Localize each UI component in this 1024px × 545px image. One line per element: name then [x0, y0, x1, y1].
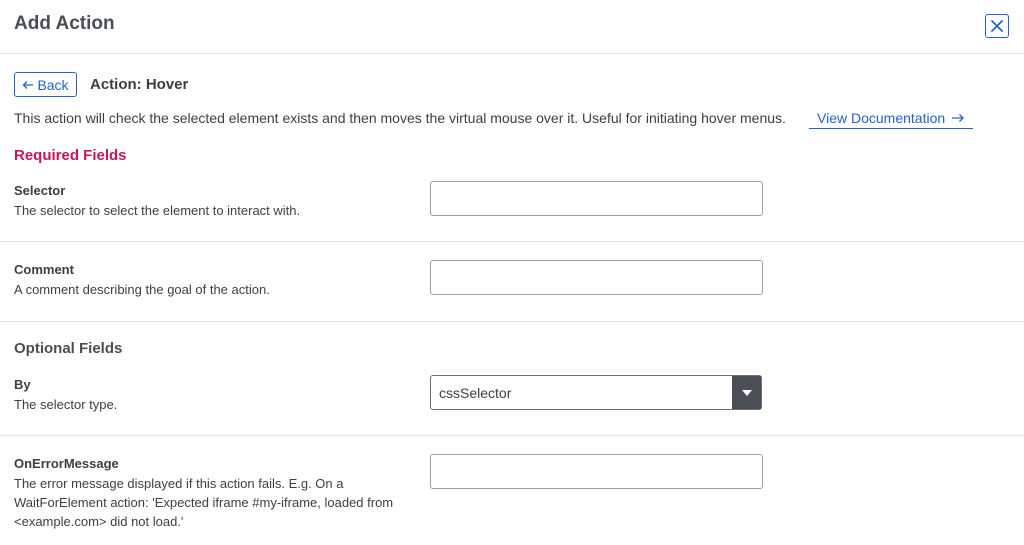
- required-fields-heading: Required Fields: [14, 147, 127, 164]
- close-icon: [991, 20, 1003, 32]
- view-documentation-link[interactable]: View Documentation: [809, 107, 974, 129]
- by-description: The selector type.: [14, 397, 118, 412]
- on-error-message-label: OnErrorMessage: [14, 456, 119, 471]
- dialog-title: Add Action: [14, 13, 115, 34]
- on-error-message-description: The error message displayed if this acti…: [14, 476, 394, 529]
- optional-fields-heading: Optional Fields: [14, 340, 123, 357]
- select-arrow[interactable]: [732, 376, 761, 409]
- arrow-left-icon: [23, 80, 34, 89]
- selector-label: Selector: [14, 183, 66, 198]
- comment-label: Comment: [14, 262, 74, 277]
- dialog-header: Add Action: [0, 0, 1024, 54]
- by-label: By: [14, 377, 31, 392]
- close-button[interactable]: [985, 14, 1009, 38]
- comment-input[interactable]: [430, 260, 763, 295]
- divider: [0, 321, 1024, 322]
- divider: [0, 435, 1024, 436]
- arrow-right-icon: [952, 113, 965, 122]
- action-description: This action will check the selected elem…: [14, 110, 786, 126]
- caret-down-icon: [741, 389, 752, 396]
- selector-description: The selector to select the element to in…: [14, 203, 301, 218]
- action-title: Action: Hover: [90, 76, 189, 93]
- on-error-message-input[interactable]: [430, 454, 763, 489]
- divider: [0, 241, 1024, 242]
- selector-input[interactable]: [430, 181, 763, 216]
- by-select[interactable]: cssSelector: [430, 375, 762, 410]
- back-button-label: Back: [37, 76, 69, 93]
- back-button[interactable]: Back: [14, 72, 77, 97]
- view-documentation-label: View Documentation: [817, 109, 946, 126]
- comment-description: A comment describing the goal of the act…: [14, 282, 270, 297]
- by-select-value: cssSelector: [439, 385, 512, 401]
